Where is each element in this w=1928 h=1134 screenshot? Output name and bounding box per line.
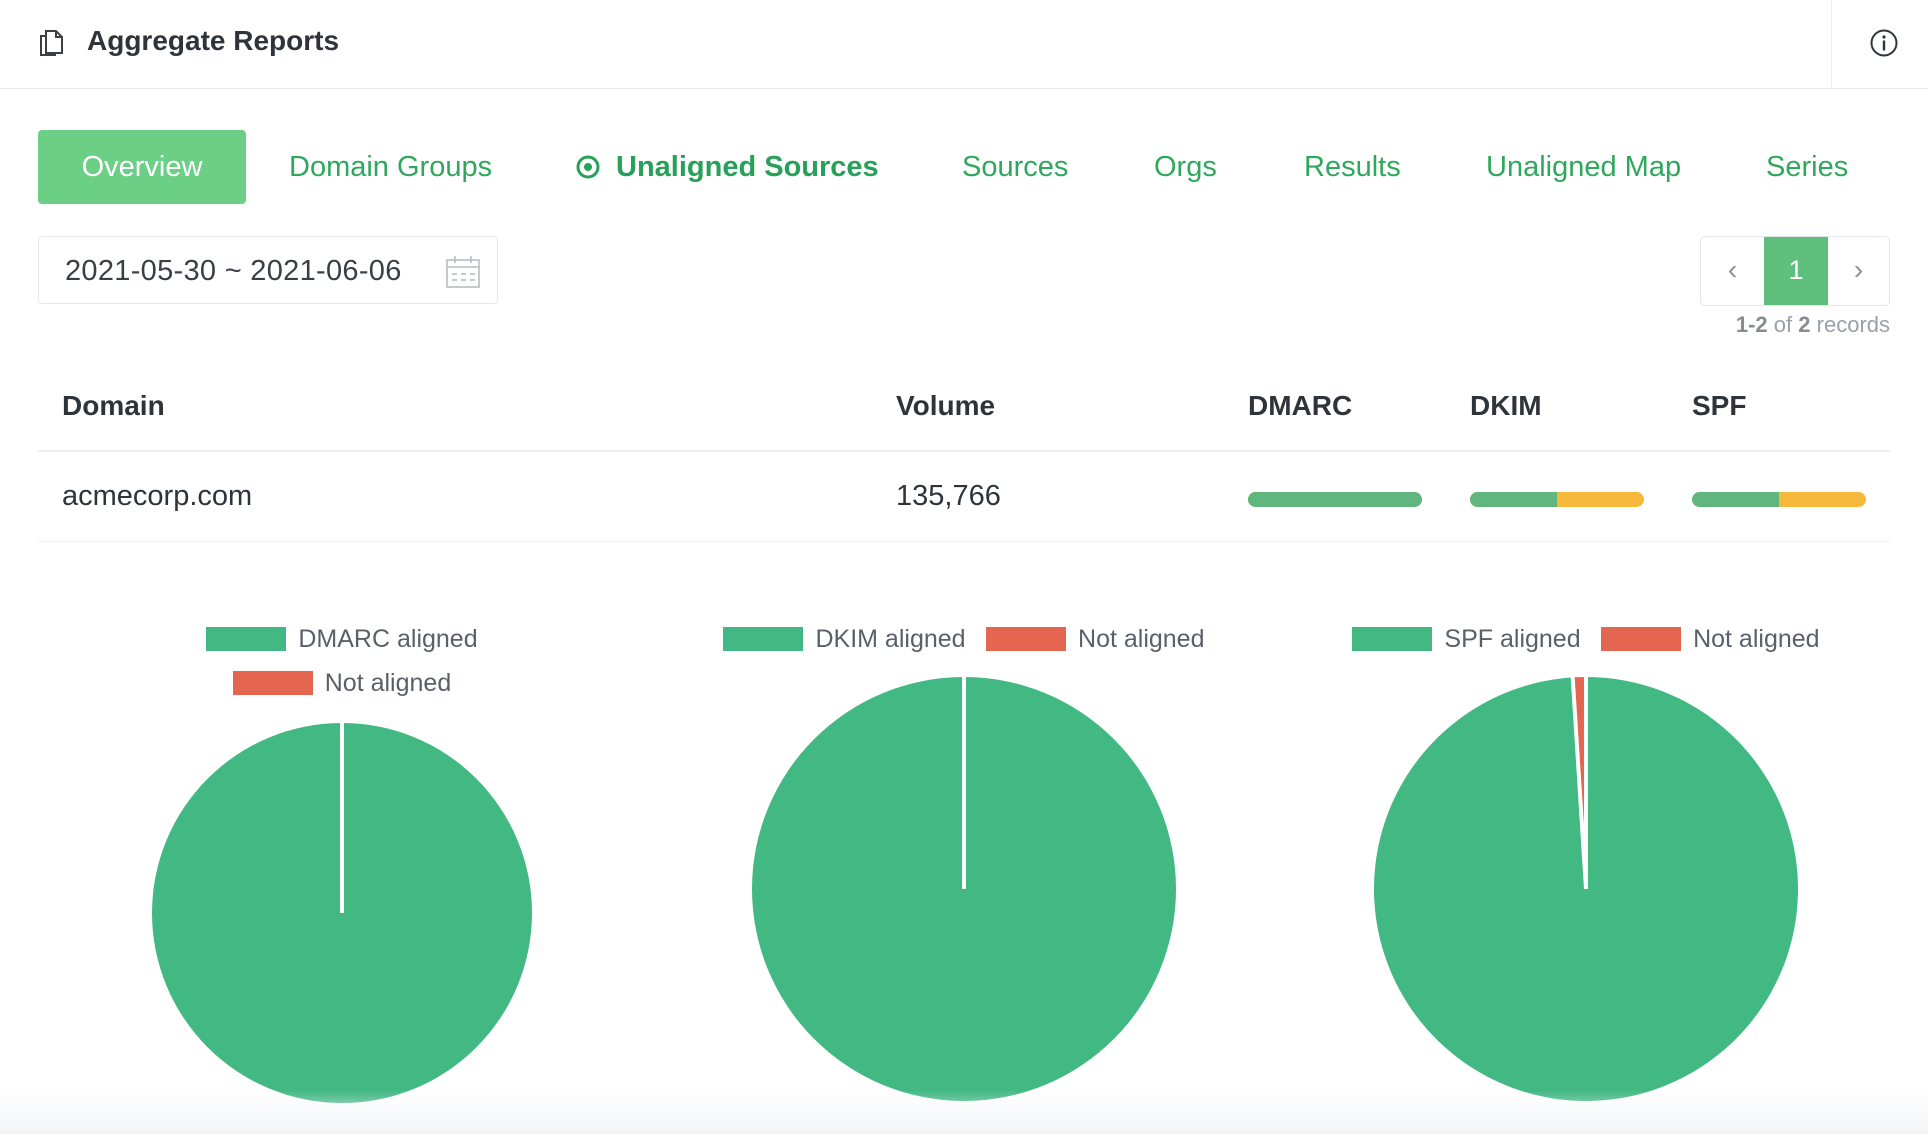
table-header: Domain Volume DMARC DKIM SPF — [38, 372, 1890, 452]
records-total: 2 — [1798, 312, 1811, 337]
records-of: of — [1773, 312, 1793, 337]
tab-results[interactable]: Results — [1304, 130, 1401, 204]
tab-unaligned-sources[interactable]: Unaligned Sources — [576, 130, 879, 204]
tab-domain-groups[interactable]: Domain Groups — [289, 130, 492, 204]
tab-unaligned-map[interactable]: Unaligned Map — [1486, 130, 1681, 204]
column-header-dmarc[interactable]: DMARC — [1248, 390, 1352, 422]
spf-alignment-bar — [1692, 492, 1866, 507]
next-page-button[interactable]: › — [1828, 237, 1889, 305]
column-header-dkim[interactable]: DKIM — [1470, 390, 1542, 422]
dmarc-alignment-bar — [1248, 492, 1422, 507]
date-range-picker[interactable]: 2021-05-30 ~ 2021-06-06 — [38, 236, 498, 304]
records-count: 1-2 of 2 records — [1716, 312, 1890, 338]
column-header-domain[interactable]: Domain — [62, 390, 165, 422]
page-1-button[interactable]: 1 — [1764, 237, 1828, 305]
info-circle-icon[interactable] — [1869, 28, 1899, 58]
column-header-spf[interactable]: SPF — [1692, 390, 1746, 422]
dkim-pie-chart: DKIM aligned Not aligned — [704, 610, 1224, 1110]
date-range-value: 2021-05-30 ~ 2021-06-06 — [65, 255, 402, 287]
calendar-icon — [446, 256, 480, 288]
spf-pie-chart: SPF aligned Not aligned — [1326, 610, 1846, 1110]
dkim-alignment-bar — [1470, 492, 1644, 507]
tab-series[interactable]: Series — [1766, 130, 1848, 204]
table-row[interactable]: acmecorp.com 135,766 — [38, 452, 1890, 542]
tab-unaligned-sources-label: Unaligned Sources — [616, 151, 879, 183]
spf-aligned-fill — [1692, 492, 1779, 507]
dmarc-aligned-fill — [1248, 492, 1422, 507]
records-label: records — [1816, 312, 1890, 337]
tab-overview[interactable]: Overview — [38, 130, 246, 204]
radio-dot-icon — [576, 155, 600, 179]
dkim-aligned-fill — [1470, 492, 1557, 507]
prev-page-button[interactable]: ‹ — [1701, 237, 1764, 305]
page-title: Aggregate Reports — [87, 25, 340, 56]
dkim-pie — [752, 677, 1176, 1101]
header-divider — [1831, 0, 1832, 89]
bottom-fade — [0, 1090, 1928, 1134]
dmarc-pie — [152, 723, 532, 1103]
document-copy-icon — [40, 30, 63, 56]
tab-sources[interactable]: Sources — [962, 130, 1068, 204]
report-tabs: Overview Domain Groups Unaligned Sources… — [38, 130, 1898, 204]
page-header: Aggregate Reports — [0, 0, 1928, 89]
tab-orgs[interactable]: Orgs — [1154, 130, 1217, 204]
pagination: ‹ 1 › — [1700, 236, 1890, 306]
column-header-volume[interactable]: Volume — [896, 390, 995, 422]
spf-pie — [1374, 677, 1798, 1101]
dmarc-pie-chart: DMARC aligned Not aligned — [82, 610, 602, 1110]
records-range: 1-2 — [1735, 312, 1768, 337]
cell-domain[interactable]: acmecorp.com — [62, 480, 252, 513]
cell-volume: 135,766 — [896, 480, 1001, 512]
